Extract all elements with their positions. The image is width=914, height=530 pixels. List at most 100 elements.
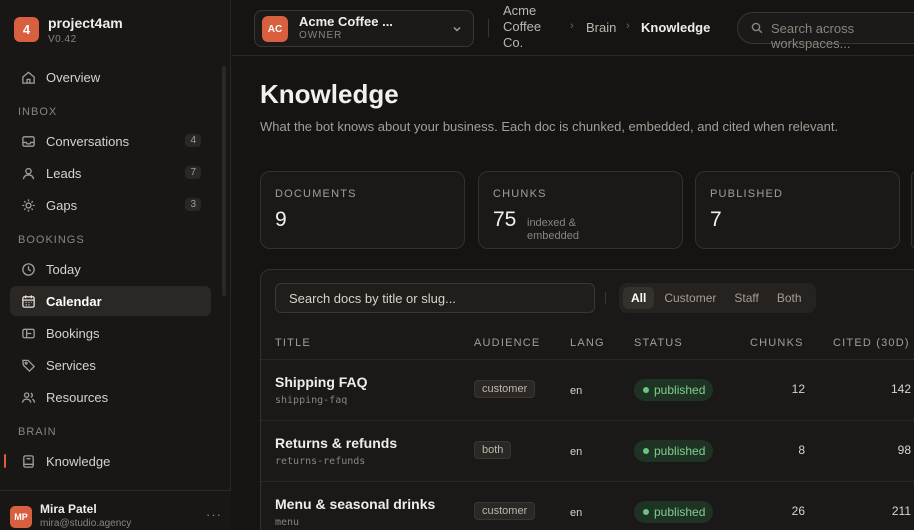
stat-label: DOCUMENTS [275, 188, 357, 200]
filter-staff[interactable]: Staff [726, 287, 766, 309]
more-icon[interactable]: ··· [206, 507, 222, 522]
count-badge: 7 [185, 166, 201, 179]
table-row[interactable]: Shipping FAQ shipping-faq customer en pu… [261, 360, 914, 421]
user-name: Mira Patel [40, 502, 97, 516]
sidebar-item-label: Leads [46, 165, 82, 181]
audience-badge: customer [474, 502, 536, 520]
breadcrumb-workspace[interactable]: Acme Coffee Co. [503, 3, 563, 51]
home-icon [20, 69, 36, 85]
doc-chunks: 8 [798, 443, 805, 457]
doc-chunks: 12 [791, 382, 805, 396]
clock-icon [20, 261, 36, 277]
column-header-status[interactable]: STATUS [634, 337, 683, 349]
sidebar-item-label: Bookings [46, 325, 100, 341]
stat-card-published: PUBLISHED 7 [695, 171, 900, 249]
sidebar-item-today[interactable]: Today [10, 254, 211, 284]
tag-icon [20, 357, 36, 373]
stat-card-documents: DOCUMENTS 9 [260, 171, 465, 249]
stat-value: 75 [493, 208, 517, 231]
sun-icon [20, 197, 36, 213]
sidebar-item-label: Gaps [46, 197, 78, 213]
audience-badge: customer [474, 380, 536, 398]
sidebar-item-label: Overview [46, 69, 101, 85]
sidebar-item-knowledge[interactable]: Knowledge [4, 446, 211, 476]
sidebar-item-services[interactable]: Services [10, 350, 211, 380]
doc-title[interactable]: Returns & refunds [275, 435, 397, 451]
column-header-title[interactable]: TITLE [275, 337, 311, 349]
doc-lang: en [570, 507, 583, 519]
docs-panel: Search docs by title or slug... All Cust… [260, 269, 914, 530]
brand-version: V0.42 [48, 34, 77, 45]
doc-cited: 211 [891, 504, 911, 518]
sidebar-scrollbar[interactable] [222, 66, 226, 296]
sidebar-item-gaps[interactable]: Gaps 3 [10, 190, 211, 220]
docs-search-placeholder: Search docs by title or slug... [289, 291, 456, 306]
filter-all[interactable]: All [623, 287, 655, 309]
audience-badge: both [474, 441, 512, 459]
status-badge: published [634, 440, 714, 462]
workspace-role: OWNER [299, 30, 343, 41]
stat-label: PUBLISHED [710, 188, 784, 200]
filter-both[interactable]: Both [769, 287, 810, 309]
nav-section-inbox: INBOX [18, 106, 58, 118]
table-row[interactable]: Returns & refunds returns-refunds both e… [261, 421, 914, 482]
divider [605, 292, 606, 304]
sidebar-item-leads[interactable]: Leads 7 [10, 158, 211, 188]
workspace-name: Acme Coffee ... [299, 14, 393, 29]
sidebar-item-label: Conversations [46, 133, 130, 149]
sidebar-item-conversations[interactable]: Conversations 4 [10, 126, 211, 156]
workspace-switcher[interactable]: AC Acme Coffee ... OWNER [254, 10, 474, 47]
sidebar: 4 project4am V0.42 Overview INBOX Conver… [0, 0, 231, 530]
sidebar-item-calendar[interactable]: Calendar [10, 286, 211, 316]
count-badge: 3 [185, 198, 201, 211]
page-title: Knowledge [260, 79, 399, 109]
stat-note: indexed & embedded [527, 217, 579, 242]
count-badge: 4 [185, 134, 201, 147]
sidebar-item-resources[interactable]: Resources [10, 382, 211, 412]
doc-chunks: 26 [791, 504, 805, 518]
column-header-cited[interactable]: CITED (30D) [833, 337, 910, 349]
column-header-chunks[interactable]: CHUNKS [750, 337, 804, 349]
chevron-down-icon [451, 23, 463, 38]
doc-title[interactable]: Menu & seasonal drinks [275, 496, 435, 512]
brand[interactable]: 4 project4am V0.42 [14, 16, 123, 45]
sidebar-item-bookings[interactable]: Bookings [10, 318, 211, 348]
sidebar-nav: Overview INBOX Conversations 4 Leads 7 G… [4, 62, 211, 478]
nav-section-bookings: BOOKINGS [18, 234, 85, 246]
page-subtitle: What the bot knows about your business. … [260, 119, 839, 134]
audience-filter: All Customer Staff Both [619, 283, 816, 313]
nav-section-brain: BRAIN [18, 426, 57, 438]
doc-slug: returns-refunds [275, 456, 366, 467]
stat-value: 9 [275, 208, 287, 231]
ticket-icon [20, 325, 36, 341]
sidebar-item-label: Resources [46, 389, 109, 405]
doc-lang: en [570, 446, 583, 458]
sidebar-item-overview[interactable]: Overview [10, 62, 211, 92]
doc-title[interactable]: Shipping FAQ [275, 374, 368, 390]
search-placeholder: Search across workspaces... [771, 21, 855, 51]
status-badge: published [634, 379, 714, 401]
calendar-icon [20, 293, 36, 309]
sidebar-item-label: Today [46, 261, 81, 277]
global-search-input[interactable]: Search across workspaces... [737, 12, 914, 51]
doc-cited: 98 [897, 443, 911, 457]
brand-logo: 4 [14, 17, 39, 42]
stat-value: 7 [710, 208, 722, 231]
breadcrumb-separator: › [626, 20, 630, 32]
divider [488, 19, 489, 37]
stat-label: CHUNKS [493, 188, 547, 200]
sidebar-item-label: Calendar [46, 293, 102, 309]
doc-slug: shipping-faq [275, 395, 348, 406]
column-header-audience[interactable]: AUDIENCE [474, 337, 540, 349]
breadcrumb-section[interactable]: Brain [586, 20, 616, 35]
workspace-avatar: AC [262, 16, 288, 42]
filter-customer[interactable]: Customer [656, 287, 724, 309]
column-header-lang[interactable]: LANG [570, 337, 605, 349]
doc-slug: menu [275, 517, 300, 528]
docs-search-input[interactable]: Search docs by title or slug... [275, 283, 595, 313]
search-icon [751, 22, 763, 37]
table-row[interactable]: Menu & seasonal drinks menu customer en … [261, 482, 914, 530]
topbar: AC Acme Coffee ... OWNER Acme Coffee Co.… [232, 0, 914, 56]
user-menu[interactable]: MP Mira Patel mira@studio.agency ··· [0, 490, 231, 530]
doc-cited: 142 [890, 382, 911, 396]
